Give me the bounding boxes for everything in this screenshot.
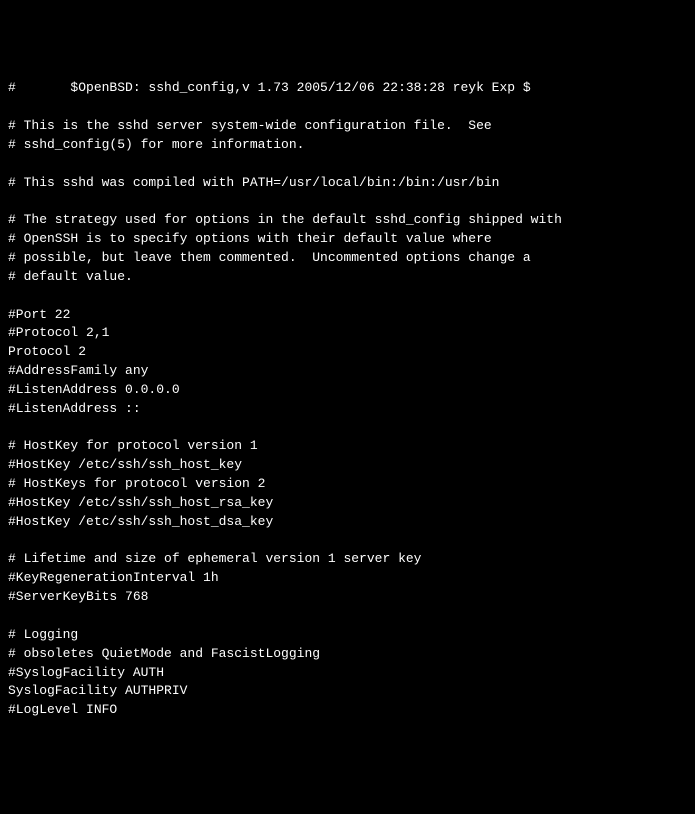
config-line: SyslogFacility AUTHPRIV [8,682,687,701]
config-line: #ListenAddress :: [8,400,687,419]
config-line: # obsoletes QuietMode and FascistLogging [8,645,687,664]
config-file-content: # $OpenBSD: sshd_config,v 1.73 2005/12/0… [8,79,687,720]
config-line: #LogLevel INFO [8,701,687,720]
config-line: #HostKey /etc/ssh/ssh_host_key [8,456,687,475]
config-line: # This sshd was compiled with PATH=/usr/… [8,174,687,193]
config-line: # Logging [8,626,687,645]
config-line: # OpenSSH is to specify options with the… [8,230,687,249]
config-line: # HostKeys for protocol version 2 [8,475,687,494]
config-line: #ServerKeyBits 768 [8,588,687,607]
config-line [8,287,687,306]
config-line: #ListenAddress 0.0.0.0 [8,381,687,400]
config-line: # possible, but leave them commented. Un… [8,249,687,268]
config-line: #AddressFamily any [8,362,687,381]
config-line: #HostKey /etc/ssh/ssh_host_dsa_key [8,513,687,532]
config-line [8,192,687,211]
config-line: #Port 22 [8,306,687,325]
config-line: #KeyRegenerationInterval 1h [8,569,687,588]
config-line: #Protocol 2,1 [8,324,687,343]
config-line: # HostKey for protocol version 1 [8,437,687,456]
config-line: # $OpenBSD: sshd_config,v 1.73 2005/12/0… [8,79,687,98]
config-line: Protocol 2 [8,343,687,362]
config-line [8,155,687,174]
config-line: # sshd_config(5) for more information. [8,136,687,155]
config-line [8,419,687,438]
config-line: # This is the sshd server system-wide co… [8,117,687,136]
config-line [8,532,687,551]
config-line: #SyslogFacility AUTH [8,664,687,683]
config-line: # The strategy used for options in the d… [8,211,687,230]
config-line: # default value. [8,268,687,287]
config-line: #HostKey /etc/ssh/ssh_host_rsa_key [8,494,687,513]
config-line [8,607,687,626]
config-line: # Lifetime and size of ephemeral version… [8,550,687,569]
config-line [8,98,687,117]
